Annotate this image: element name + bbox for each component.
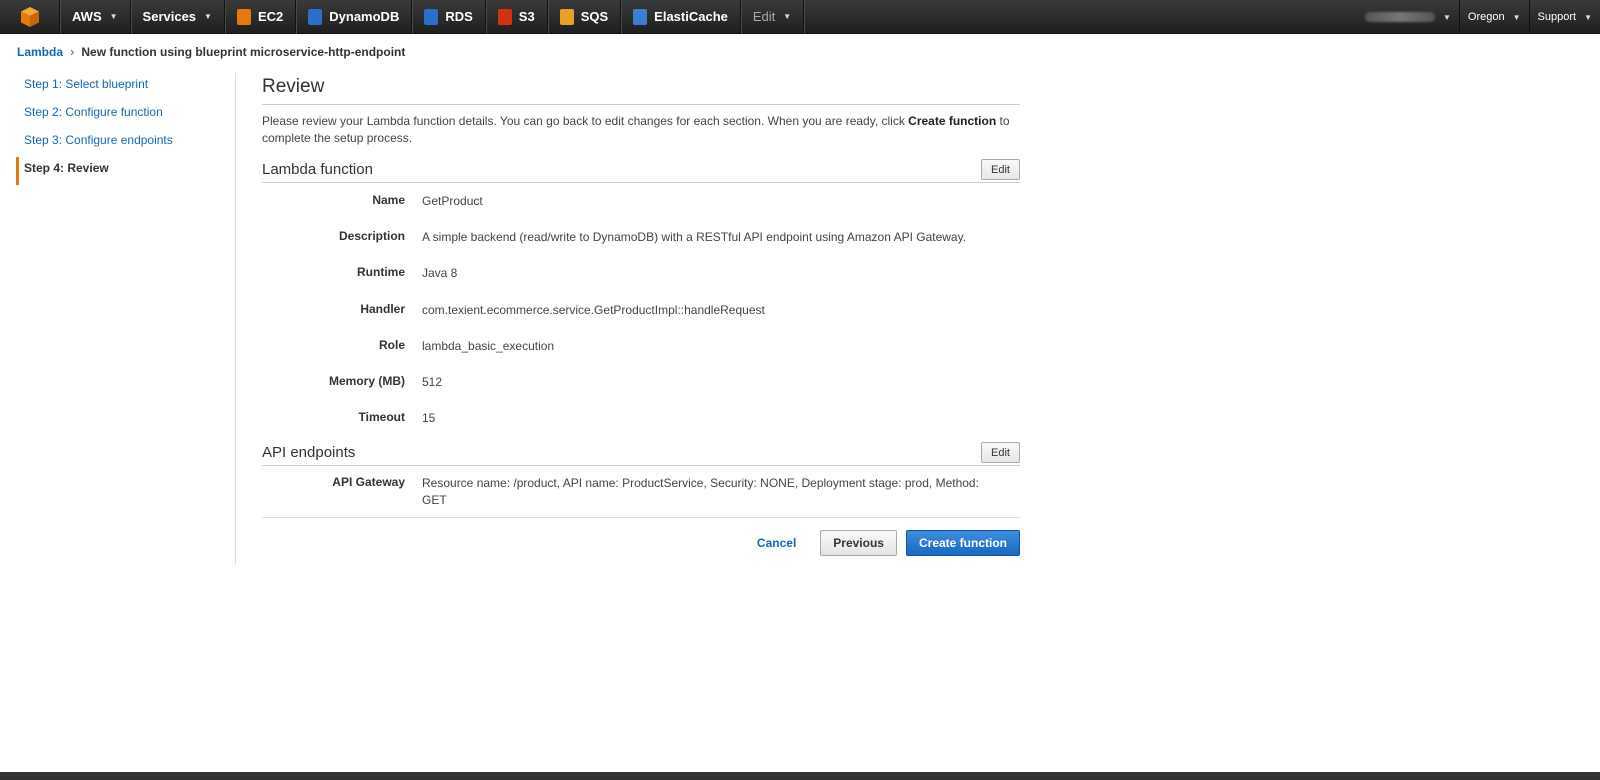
edit-api-endpoints-button[interactable]: Edit xyxy=(981,442,1020,464)
detail-label: Handler xyxy=(360,301,405,316)
ec2-icon xyxy=(236,8,251,25)
detail-label: Name xyxy=(372,193,405,207)
intro-text-start: Please review your Lambda function detai… xyxy=(262,114,909,128)
detail-value: com.texient.ecommerce.service.GetProduct… xyxy=(422,302,765,317)
service-shortcut-s3[interactable]: S3 xyxy=(486,0,548,34)
edit-lambda-function-button[interactable]: Edit xyxy=(981,159,1020,180)
top-nav-bar: AWS ▼ Services ▼ EC2 DynamoDB RDS S3 SQS Elas… xyxy=(0,0,1600,34)
review-intro: Please review your Lambda function detai… xyxy=(262,113,1020,147)
breadcrumb: Lambda › New function using blueprint mi… xyxy=(17,44,405,59)
create-function-button[interactable]: Create function xyxy=(905,530,1020,557)
sqs-icon xyxy=(559,8,574,25)
intro-text-bold: Create function xyxy=(908,114,997,128)
detail-row-timeout: Timeout 15 xyxy=(262,400,1020,436)
detail-value: 15 xyxy=(422,411,436,426)
aws-cube-logo-icon[interactable] xyxy=(0,0,60,34)
service-shortcut-ec2[interactable]: EC2 xyxy=(225,0,297,34)
region-menu[interactable]: Oregon ▼ xyxy=(1458,0,1529,34)
aws-menu[interactable]: AWS ▼ xyxy=(60,0,131,34)
bottom-status-bar xyxy=(0,772,1600,780)
detail-label: Runtime xyxy=(357,265,405,280)
services-menu-label: Services xyxy=(142,9,197,24)
service-shortcut-label: SQS xyxy=(580,9,609,24)
detail-row-handler: Handler com.texient.ecommerce.service.Get… xyxy=(262,292,1020,328)
detail-row-role: Role lambda_basic_execution xyxy=(262,328,1020,364)
detail-label: Role xyxy=(378,337,405,352)
page-title: Review xyxy=(262,76,1020,105)
chevron-right-icon: › xyxy=(70,44,75,59)
wizard-step-1[interactable]: Step 1: Select blueprint xyxy=(16,73,235,101)
edit-shortcuts-menu[interactable]: Edit ▼ xyxy=(741,0,805,34)
detail-row-runtime: Runtime Java 8 xyxy=(262,255,1020,291)
detail-label: Memory (MB) xyxy=(328,373,405,388)
breadcrumb-lambda-link[interactable]: Lambda xyxy=(17,45,63,59)
detail-label: Description xyxy=(338,229,405,244)
detail-value: GetProduct xyxy=(422,194,483,208)
previous-button[interactable]: Previous xyxy=(820,530,897,557)
service-shortcut-label: DynamoDB xyxy=(329,9,400,24)
account-menu[interactable]: ▼ xyxy=(1357,0,1459,34)
region-label: Oregon xyxy=(1467,11,1505,23)
detail-value: 512 xyxy=(422,374,443,389)
detail-row-name: Name GetProduct xyxy=(262,183,1020,219)
chevron-down-icon: ▼ xyxy=(109,12,118,21)
elasticache-icon xyxy=(633,8,648,25)
account-name-redacted xyxy=(1365,12,1435,22)
service-shortcut-label: RDS xyxy=(445,9,473,24)
api-endpoints-section-header: API endpoints Edit xyxy=(262,440,1020,467)
service-shortcut-label: S3 xyxy=(518,9,535,24)
service-shortcut-label: ElastiCache xyxy=(654,9,728,24)
chevron-down-icon: ▼ xyxy=(783,12,792,21)
review-main: Review Please review your Lambda functio… xyxy=(262,76,1020,557)
detail-row-memory-mb: Memory (MB) 512 xyxy=(262,364,1020,400)
breadcrumb-current: New function using blueprint microservic… xyxy=(81,44,406,59)
api-endpoints-section-title: API endpoints xyxy=(262,444,356,462)
wizard-step-3[interactable]: Step 3: Configure endpoints xyxy=(16,129,235,157)
wizard-steps-sidebar: Step 1: Select blueprint Step 2: Configur… xyxy=(16,73,236,565)
service-shortcut-elasticache[interactable]: ElastiCache xyxy=(621,0,741,34)
wizard-step-2[interactable]: Step 2: Configure function xyxy=(16,101,235,129)
wizard-step-4: Step 4: Review xyxy=(16,157,235,185)
support-menu[interactable]: Support ▼ xyxy=(1528,0,1600,34)
chevron-down-icon: ▼ xyxy=(204,12,212,21)
detail-label: API Gateway xyxy=(332,475,405,490)
detail-label: Timeout xyxy=(358,410,405,425)
aws-menu-label: AWS xyxy=(72,9,102,24)
support-label: Support xyxy=(1537,11,1577,23)
service-shortcut-rds[interactable]: RDS xyxy=(412,0,486,34)
rds-icon xyxy=(424,8,439,25)
lambda-function-section-title: Lambda function xyxy=(262,161,373,178)
service-shortcut-sqs[interactable]: SQS xyxy=(548,0,622,34)
lambda-function-section-header: Lambda function Edit xyxy=(262,157,1020,183)
chevron-down-icon: ▼ xyxy=(1512,12,1521,22)
service-shortcut-label: EC2 xyxy=(257,9,284,24)
lambda-function-details: Name GetProduct Description A simple backen… xyxy=(262,183,1020,436)
service-shortcuts: EC2 DynamoDB RDS S3 SQS ElastiCache xyxy=(225,0,741,34)
cancel-link[interactable]: Cancel xyxy=(757,536,796,550)
api-endpoints-details: API Gateway Resource name: /product, API… xyxy=(262,466,1020,519)
services-menu[interactable]: Services ▼ xyxy=(131,0,225,34)
s3-icon xyxy=(497,8,512,25)
detail-value: Java 8 xyxy=(422,266,458,281)
detail-value: A simple backend (read/write to DynamoDB… xyxy=(422,230,967,245)
edit-shortcuts-label: Edit xyxy=(752,9,776,24)
wizard-actions: Cancel Previous Create function xyxy=(262,530,1020,557)
chevron-down-icon: ▼ xyxy=(1443,12,1451,22)
nav-right-group: ▼ Oregon ▼ Support ▼ xyxy=(1357,0,1600,34)
service-shortcut-dynamodb[interactable]: DynamoDB xyxy=(296,0,413,34)
detail-value: lambda_basic_execution xyxy=(422,338,555,353)
detail-row-description: Description A simple backend (read/write … xyxy=(262,219,1020,255)
chevron-down-icon: ▼ xyxy=(1584,12,1592,22)
detail-value: Resource name: /product, API name: Produ… xyxy=(422,476,979,508)
dynamodb-icon xyxy=(308,8,323,25)
detail-row-api-gateway: API Gateway Resource name: /product, API… xyxy=(262,466,1020,509)
